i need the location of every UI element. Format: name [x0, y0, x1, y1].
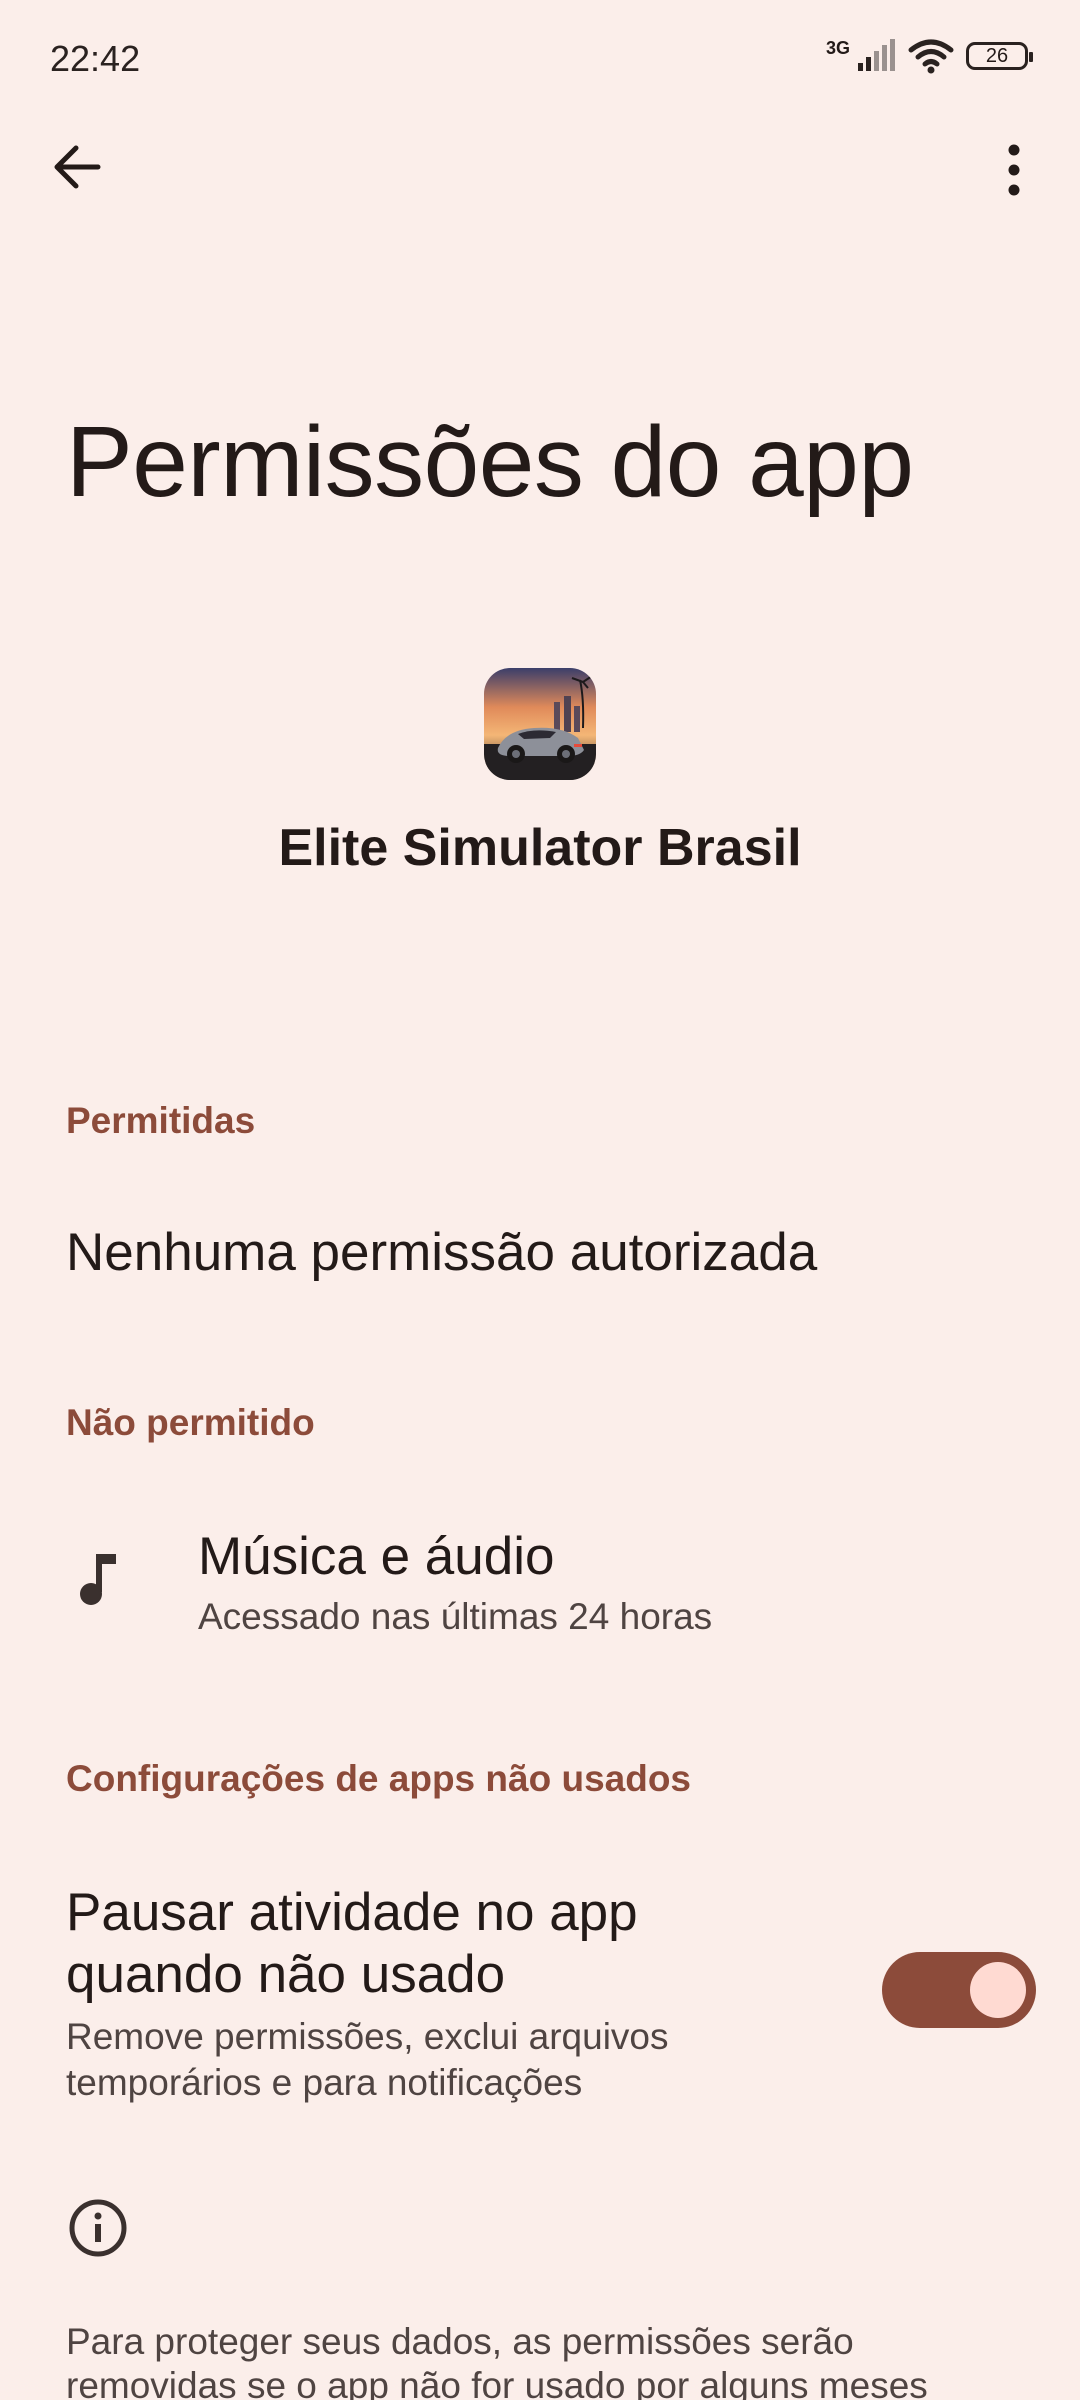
wifi-icon — [908, 39, 954, 74]
signal-icon — [858, 39, 895, 71]
pause-subtitle-line2: temporários e para notificações — [66, 2062, 583, 2103]
battery-icon: 26 — [966, 42, 1033, 70]
back-button[interactable] — [42, 132, 112, 202]
more-vert-icon — [1008, 144, 1020, 196]
info-text-line1: Para proteger seus dados, as permissões … — [66, 2321, 854, 2362]
permission-title: Música e áudio — [198, 1527, 555, 1586]
network-type: 3G — [825, 38, 850, 58]
status-time: 22:42 — [50, 38, 141, 79]
no-permissions-text: Nenhuma permissão autorizada — [66, 1223, 818, 1282]
pause-title-line2: quando não usado — [66, 1945, 506, 2004]
info-text: Para proteger seus dados, as permissões … — [66, 2320, 1026, 2400]
permission-subtitle: Acessado nas últimas 24 horas — [198, 1596, 713, 1637]
pause-subtitle-line1: Remove permissões, exclui arquivos — [66, 2016, 669, 2057]
app-icon — [484, 668, 596, 780]
section-header-denied: Não permitido — [66, 1402, 315, 1443]
page-title: Permissões do app — [66, 406, 914, 518]
battery-level: 26 — [985, 44, 1009, 67]
arrow-left-icon — [54, 145, 101, 189]
pause-title-line1: Pausar atividade no app — [66, 1883, 638, 1942]
info-text-line2: removidas se o app não for usado por alg… — [66, 2365, 928, 2400]
more-options-button[interactable] — [984, 132, 1044, 208]
app-permissions-screen: 22:42 3G 26 Permissões do app Elite Simu… — [0, 0, 1080, 2400]
section-header-allowed: Permitidas — [66, 1100, 256, 1141]
info-icon — [69, 2199, 127, 2257]
status-icons: 3G 26 — [825, 38, 1033, 74]
pause-activity-toggle[interactable] — [882, 1952, 1036, 2028]
toggle-knob — [970, 1962, 1026, 2018]
section-header-unused-apps: Configurações de apps não usados — [66, 1758, 692, 1799]
app-name: Elite Simulator Brasil — [278, 819, 802, 877]
music-note-icon — [80, 1554, 116, 1605]
